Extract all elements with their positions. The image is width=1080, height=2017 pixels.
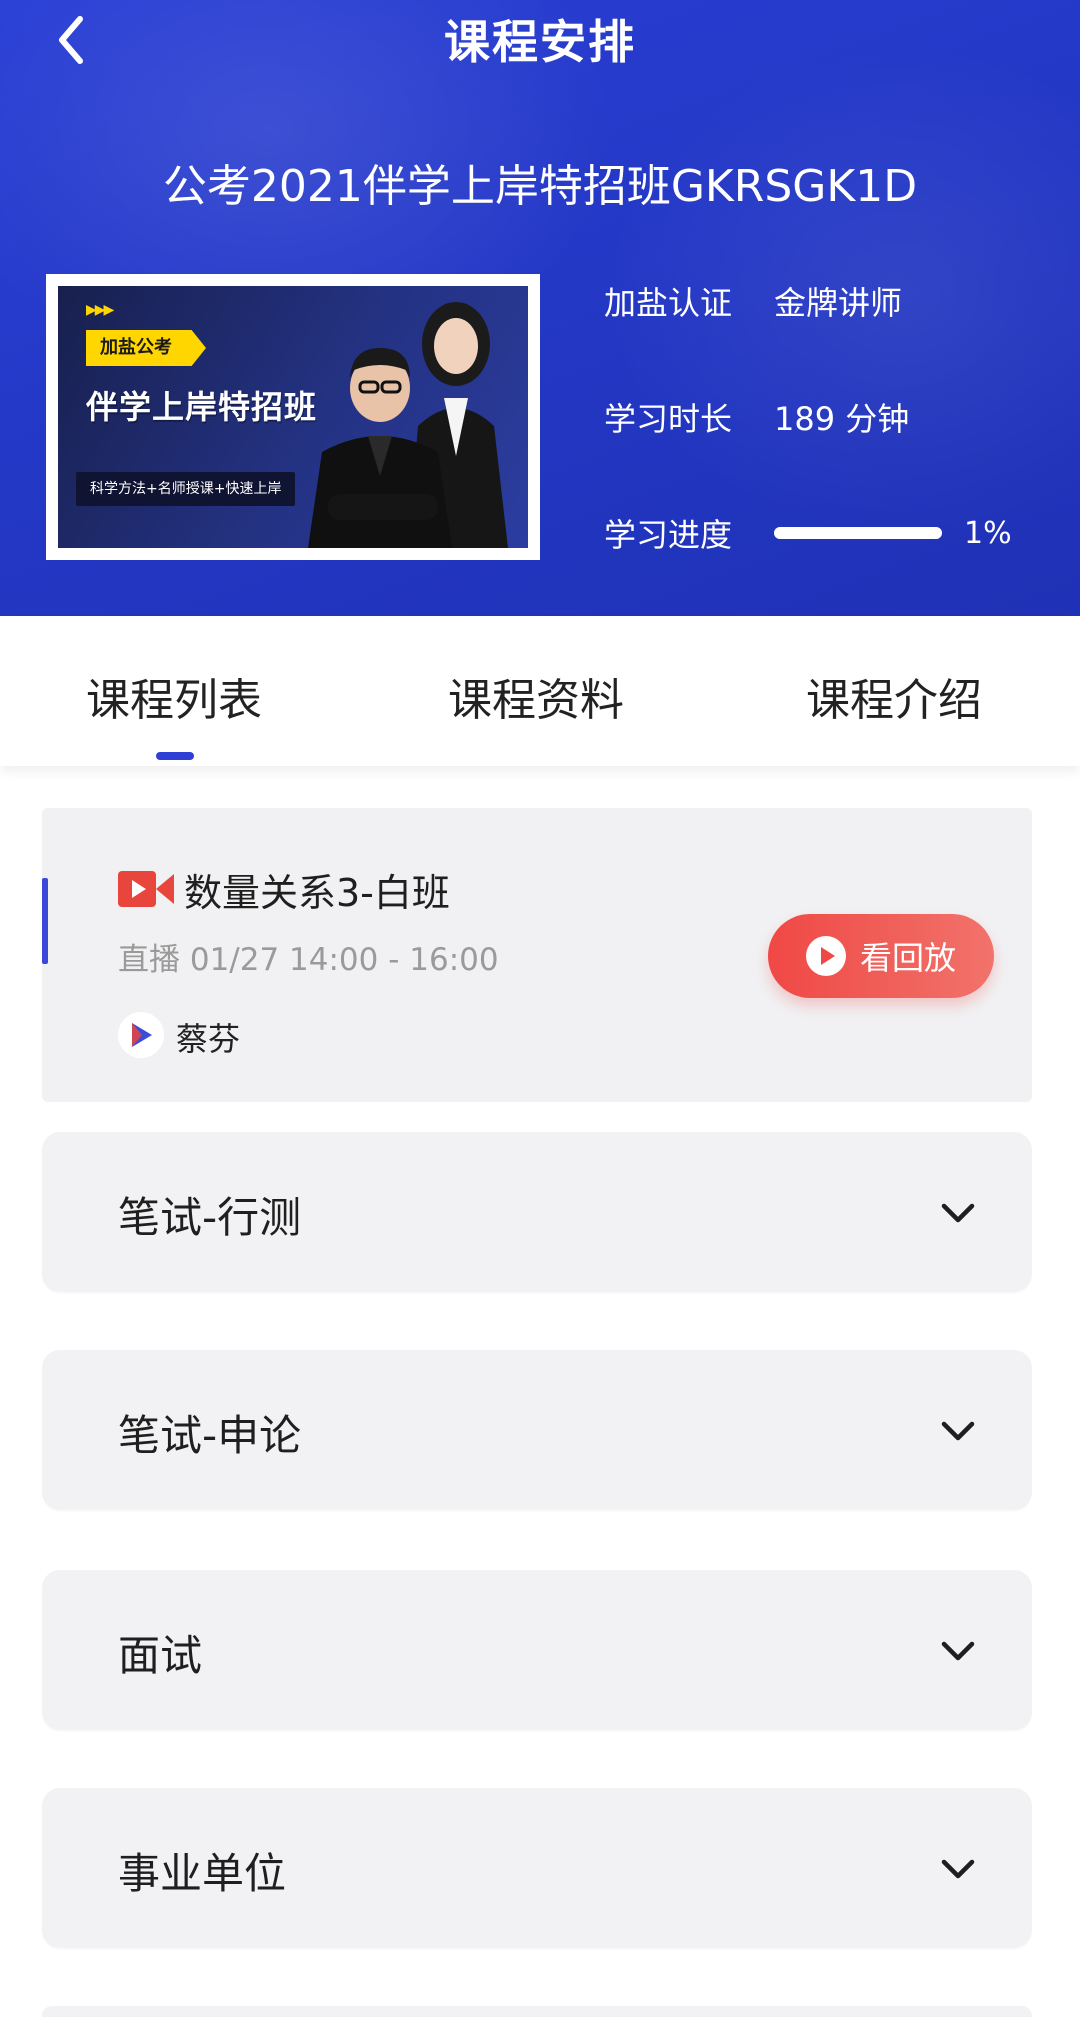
chevron-down-icon xyxy=(941,1859,975,1879)
cover-headline: 伴学上岸特招班 xyxy=(86,388,318,426)
progress-percent: 1% xyxy=(964,515,1012,551)
live-video-icon xyxy=(118,871,174,907)
section-interview[interactable]: 面试 xyxy=(42,1570,1032,1730)
course-title: 公考2021伴学上岸特招班GKRSGK1D xyxy=(162,161,918,212)
tab-course-list[interactable]: 课程列表 xyxy=(86,664,262,728)
section-label: 事业单位 xyxy=(118,1849,287,1898)
study-duration-value: 189 分钟 xyxy=(774,400,910,438)
watch-replay-button[interactable]: 看回放 xyxy=(768,914,994,998)
certification-value: 金牌讲师 xyxy=(774,284,903,322)
section-label: 面试 xyxy=(118,1631,203,1680)
cover-arrows: ▶▶▶ xyxy=(86,302,114,318)
section-public-institution[interactable]: 事业单位 xyxy=(42,1788,1032,1948)
progress-bar xyxy=(774,527,942,539)
active-tab-indicator xyxy=(156,752,194,760)
study-progress-label: 学习进度 xyxy=(604,516,733,554)
course-cover-image: ▶▶▶ 加盐公考 伴学上岸特招班 科学方法+名师授课+快速上岸 xyxy=(46,274,540,560)
chevron-down-icon xyxy=(941,1641,975,1661)
study-progress-row: 学习进度 1% xyxy=(604,510,1012,556)
study-duration-row: 学习时长 189 分钟 xyxy=(604,394,909,440)
section-written-test-xingce[interactable]: 笔试-行测 xyxy=(42,1132,1032,1292)
page-title: 课程安排 xyxy=(444,15,636,69)
section-written-test-shenlun[interactable]: 笔试-申论 xyxy=(42,1350,1032,1510)
teacher-name: 蔡芬 xyxy=(176,1020,241,1058)
chevron-down-icon xyxy=(941,1421,975,1441)
cover-brand-tag: 加盐公考 xyxy=(86,330,206,366)
certification-label: 加盐认证 xyxy=(604,284,733,322)
teachers-photo xyxy=(308,302,508,548)
play-icon xyxy=(805,936,846,976)
tab-course-intro[interactable]: 课程介绍 xyxy=(806,664,982,728)
watch-replay-label: 看回放 xyxy=(859,939,956,977)
course-header: 课程安排 公考2021伴学上岸特招班GKRSGK1D ▶▶▶ 加盐公考 伴学上岸… xyxy=(0,0,1080,616)
lesson-time: 直播 01/27 14:00 - 16:00 xyxy=(118,942,499,978)
chevron-down-icon xyxy=(941,1203,975,1223)
cover-slogan: 科学方法+名师授课+快速上岸 xyxy=(76,472,296,506)
study-duration-label: 学习时长 xyxy=(604,400,733,438)
lesson-title: 数量关系3-白班 xyxy=(184,871,450,915)
tab-course-materials[interactable]: 课程资料 xyxy=(448,664,624,728)
tab-bar: 课程列表 课程资料 课程介绍 xyxy=(0,616,1080,766)
certification-row: 加盐认证 金牌讲师 xyxy=(604,278,902,324)
section-label: 笔试-行测 xyxy=(118,1193,302,1242)
current-lesson-marker xyxy=(42,878,48,964)
section-partial-next xyxy=(42,2006,1032,2017)
teacher-avatar-icon xyxy=(118,1012,164,1058)
section-label: 笔试-申论 xyxy=(118,1411,302,1460)
progress-bar-fill xyxy=(774,527,942,539)
